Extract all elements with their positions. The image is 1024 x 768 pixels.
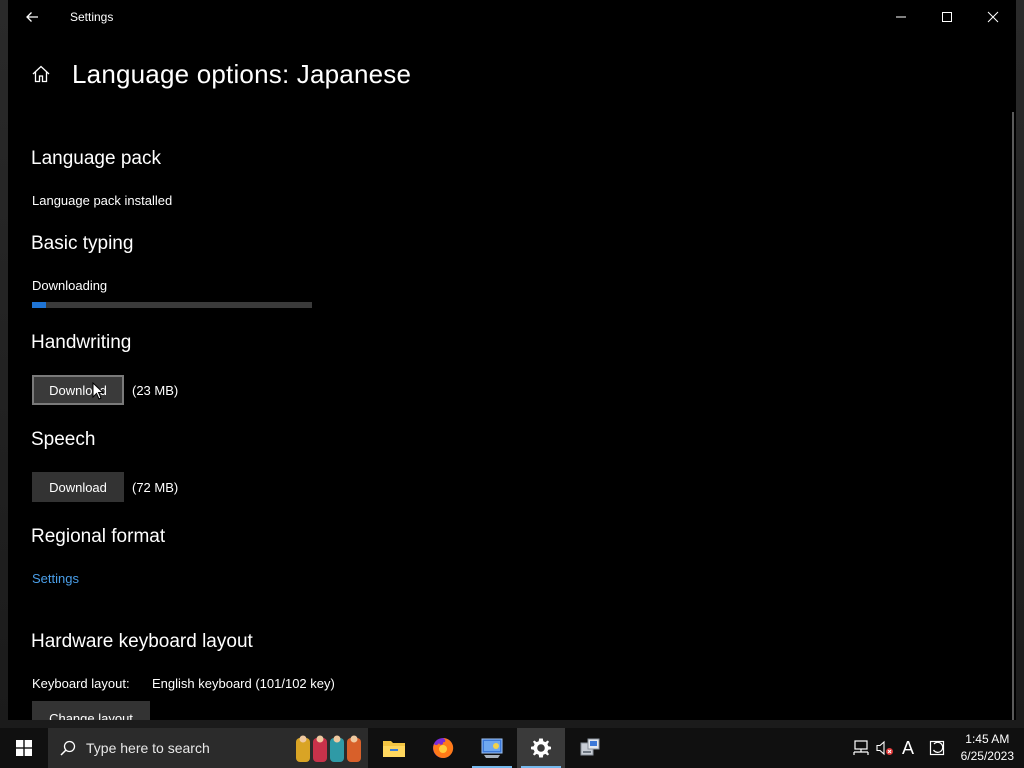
start-button[interactable] (0, 728, 48, 768)
scrollbar[interactable] (1012, 112, 1014, 720)
window-title: Settings (70, 10, 114, 24)
language-pack-heading: Language pack (31, 148, 161, 169)
arrow-left-icon (26, 12, 38, 22)
network-app-icon (580, 738, 600, 756)
taskbar-clock[interactable]: 1:45 AM 6/25/2023 (961, 731, 1014, 765)
basic-typing-progress-bar (32, 302, 312, 308)
taskbar-control-panel[interactable] (468, 728, 516, 768)
minimize-icon (896, 16, 906, 18)
regional-format-heading: Regional format (31, 526, 166, 547)
keyboard-layout-label: Keyboard layout: (32, 676, 130, 691)
clock-time: 1:45 AM (965, 732, 1010, 746)
title-bar: Settings (8, 0, 1016, 34)
language-pack-status: Language pack installed (32, 193, 173, 208)
control-panel-icon (481, 738, 503, 758)
search-icon (60, 740, 76, 756)
basic-typing-heading: Basic typing (31, 233, 134, 254)
handwriting-download-button[interactable]: Download (32, 375, 124, 405)
tray-ime-mode[interactable]: A (898, 728, 918, 768)
maximize-icon (942, 12, 952, 22)
file-explorer-icon (383, 741, 405, 757)
hardware-keyboard-heading: Hardware keyboard layout (31, 631, 253, 652)
taskbar-firefox[interactable] (419, 728, 467, 768)
page-title: Language options: Japanese (72, 58, 412, 89)
action-center-icon (929, 740, 945, 756)
close-button[interactable] (970, 0, 1016, 34)
page-header: Language options: Japanese (30, 56, 411, 92)
show-desktop-button[interactable] (1018, 728, 1024, 768)
handwriting-size: (23 MB) (132, 383, 179, 398)
search-highlight-illustration (294, 734, 366, 764)
settings-gear-icon (531, 738, 551, 758)
close-icon (987, 11, 999, 23)
speech-size: (72 MB) (132, 480, 179, 495)
taskbar-network-app[interactable] (566, 728, 614, 768)
settings-window: Settings Language options: Japanese Lang… (8, 0, 1016, 720)
tray-volume[interactable] (874, 728, 896, 768)
minimize-button[interactable] (878, 0, 924, 34)
taskbar-search-box[interactable]: Type here to search (48, 728, 368, 768)
mouse-cursor-icon (92, 382, 104, 400)
back-button[interactable] (14, 0, 50, 34)
speech-download-button[interactable]: Download (32, 472, 124, 502)
basic-typing-status: Downloading (32, 278, 108, 293)
regional-format-settings-link[interactable]: Settings (32, 571, 79, 586)
volume-muted-icon (876, 740, 893, 756)
keyboard-layout-value: English keyboard (101/102 key) (152, 676, 335, 691)
speech-heading: Speech (31, 429, 96, 450)
progress-fill (32, 302, 46, 308)
home-button[interactable] (30, 63, 52, 85)
clock-date: 6/25/2023 (960, 749, 1014, 763)
home-icon (32, 65, 50, 83)
tray-action-center[interactable] (926, 728, 948, 768)
change-layout-button[interactable]: Change layout (32, 701, 150, 720)
taskbar: Type here to search A 1:45 AM 6/25/2023 (0, 728, 1024, 768)
search-placeholder: Type here to search (86, 740, 210, 756)
taskbar-file-explorer[interactable] (370, 728, 418, 768)
network-icon (853, 740, 869, 755)
firefox-icon (433, 737, 454, 758)
maximize-button[interactable] (924, 0, 970, 34)
taskbar-settings[interactable] (517, 728, 565, 768)
tray-network[interactable] (850, 728, 872, 768)
windows-logo-icon (16, 740, 32, 756)
handwriting-heading: Handwriting (31, 332, 132, 353)
